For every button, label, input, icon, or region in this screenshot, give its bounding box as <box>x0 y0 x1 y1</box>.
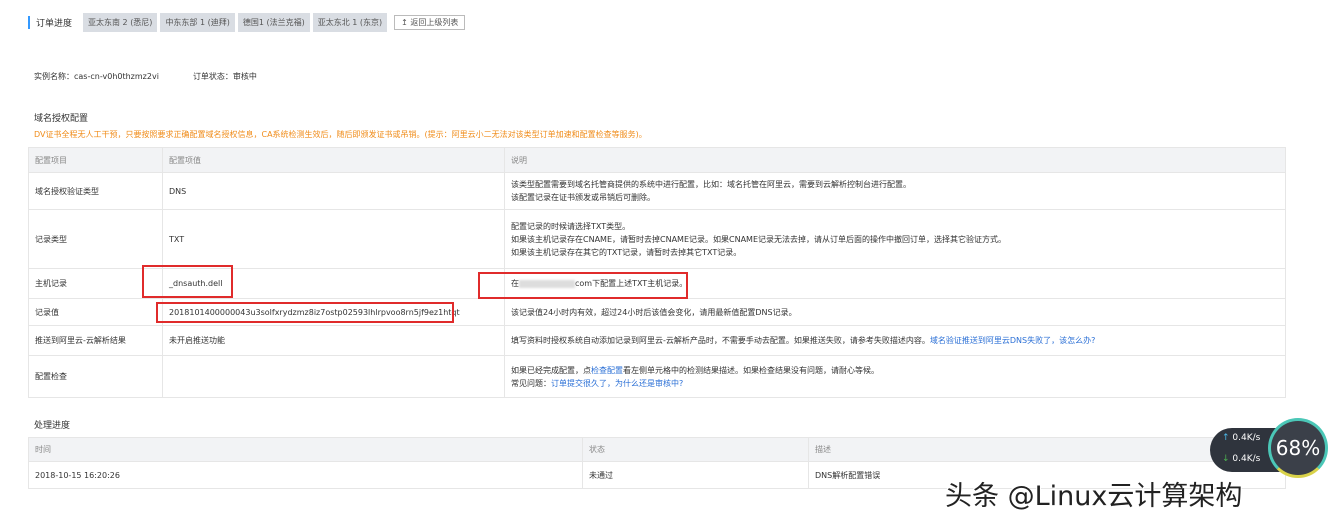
col-header: 配置项目 <box>28 147 163 173</box>
tab-region-dubai[interactable]: 中东东部 1 (迪拜) <box>160 13 235 32</box>
faq-link[interactable]: 订单提交很久了，为什么还是审核中? <box>551 379 683 388</box>
arrow-up-icon: ↑ <box>1222 433 1230 443</box>
instance-info: 实例名称：cas-cn-v0h0thzmz2vi 订单状态：审核中 <box>34 71 257 82</box>
tab-region-frankfurt[interactable]: 德国1 (法兰克福) <box>237 13 310 32</box>
table-row: 记录类型 TXT 配置记录的时候请选择TXT类型。 如果该主机记录存在CNAME，请暂… <box>28 209 1286 269</box>
desc-line: 配置记录的时候请选择TXT类型。 <box>511 221 631 231</box>
check-config-link[interactable]: 检查配置 <box>591 366 623 375</box>
value: 未开启推送功能 <box>162 325 505 356</box>
desc-line: 如果该主机记录存在CNAME，请暂时去掉CNAME记录。如果CNAME记录无法去… <box>511 234 1006 244</box>
table-row: 域名授权验证类型 DNS 该类型配置需要到域名托管商提供的系统中进行配置，比如：域名… <box>28 172 1286 210</box>
desc-text: 常见问题： <box>511 378 551 388</box>
highlight-record-value <box>156 302 454 323</box>
domain-auth-title: 域名授权配置 <box>34 114 89 124</box>
download-value: 0.4K/s <box>1232 454 1261 464</box>
instance-name: 实例名称：cas-cn-v0h0thzmz2vi <box>34 72 159 81</box>
time: 2018-10-15 16:20:26 <box>28 461 583 489</box>
table-row: 推送到阿里云-云解析结果 未开启推送功能 填写资料时授权系统自动添加记录到阿里云-云… <box>28 325 1286 356</box>
value: DNS <box>162 172 505 210</box>
memory-gauge[interactable]: 68% <box>1268 418 1328 478</box>
desc-line: 该类型配置需要到域名托管商提供的系统中进行配置，比如：域名托管在阿里云，需要到云… <box>511 180 911 189</box>
download-speed: ↓ 0.4K/s <box>1222 454 1260 464</box>
col-header: 配置项值 <box>162 147 505 173</box>
table-row: 配置检查 如果已经完成配置，点检查配置看左侧单元格中的检测结果描述。如果检查结果没… <box>28 355 1286 398</box>
item: 配置检查 <box>28 355 163 398</box>
item: 推送到阿里云-云解析结果 <box>28 325 163 356</box>
col-header: 说明 <box>504 147 1286 173</box>
desc: 该类型配置需要到域名托管商提供的系统中进行配置，比如：域名托管在阿里云，需要到云… <box>504 172 1286 210</box>
back-to-list-button[interactable]: ↥ 返回上级列表 <box>394 15 466 30</box>
desc-line: 该配置记录在证书颁发或吊销后可删除。 <box>511 193 655 202</box>
order-status: 订单状态：审核中 <box>192 72 257 81</box>
item: 记录类型 <box>28 209 163 269</box>
value: TXT <box>162 209 505 269</box>
progress-title: 处理进度 <box>34 421 71 431</box>
item: 记录值 <box>28 298 163 326</box>
upload-value: 0.4K/s <box>1232 433 1261 443</box>
col-header: 状态 <box>582 437 809 462</box>
tab-region-sydney[interactable]: 亚太东南 2 (悉尼) <box>83 13 158 32</box>
upload-speed: ↑ 0.4K/s <box>1222 433 1260 443</box>
desc-text: 看左侧单元格中的检测结果描述。如果检查结果没有问题，请耐心等候。 <box>623 365 879 375</box>
watermark: 头条 @Linux云计算架构 <box>945 481 1243 512</box>
desc: 该记录值24小时内有效，超过24小时后该值会变化，请用最新值配置DNS记录。 <box>504 298 1286 326</box>
order-progress-title: 订单进度 <box>28 16 80 29</box>
desc-text: 如果已经完成配置，点 <box>511 365 591 375</box>
dns-push-help-link[interactable]: 域名验证推送到阿里云DNS失败了，该怎么办? <box>930 336 1095 345</box>
desc: 填写资料时授权系统自动添加记录到阿里云-云解析产品时，不需要手动去配置。如果推送… <box>504 325 1286 356</box>
col-header: 时间 <box>28 437 583 462</box>
domain-auth-warning: DV证书全程无人工干预，只要按照要求正确配置域名授权信息，CA系统检测生效后，随… <box>34 130 647 139</box>
desc-text: 填写资料时授权系统自动添加记录到阿里云-云解析产品时，不需要手动去配置。如果推送… <box>511 336 930 345</box>
value <box>162 355 505 398</box>
status: 未通过 <box>582 461 809 489</box>
item: 域名授权验证类型 <box>28 172 163 210</box>
highlight-host-record <box>142 265 233 298</box>
desc: 配置记录的时候请选择TXT类型。如果该主机记录存在CNAME，请暂时去掉CNAM… <box>504 209 1286 269</box>
desc-line: 如果该主机记录存在其它的TXT记录，请暂时去掉其它TXT记录。 <box>511 247 742 257</box>
highlight-domain-desc <box>478 272 688 299</box>
desc: 如果已经完成配置，点检查配置看左侧单元格中的检测结果描述。如果检查结果没有问题，… <box>504 355 1286 398</box>
arrow-down-icon: ↓ <box>1222 454 1230 464</box>
tab-bar: 订单进度 亚太东南 2 (悉尼) 中东东部 1 (迪拜) 德国1 (法兰克福) … <box>28 13 466 32</box>
tab-region-tokyo[interactable]: 亚太东北 1 (东京) <box>312 13 388 32</box>
